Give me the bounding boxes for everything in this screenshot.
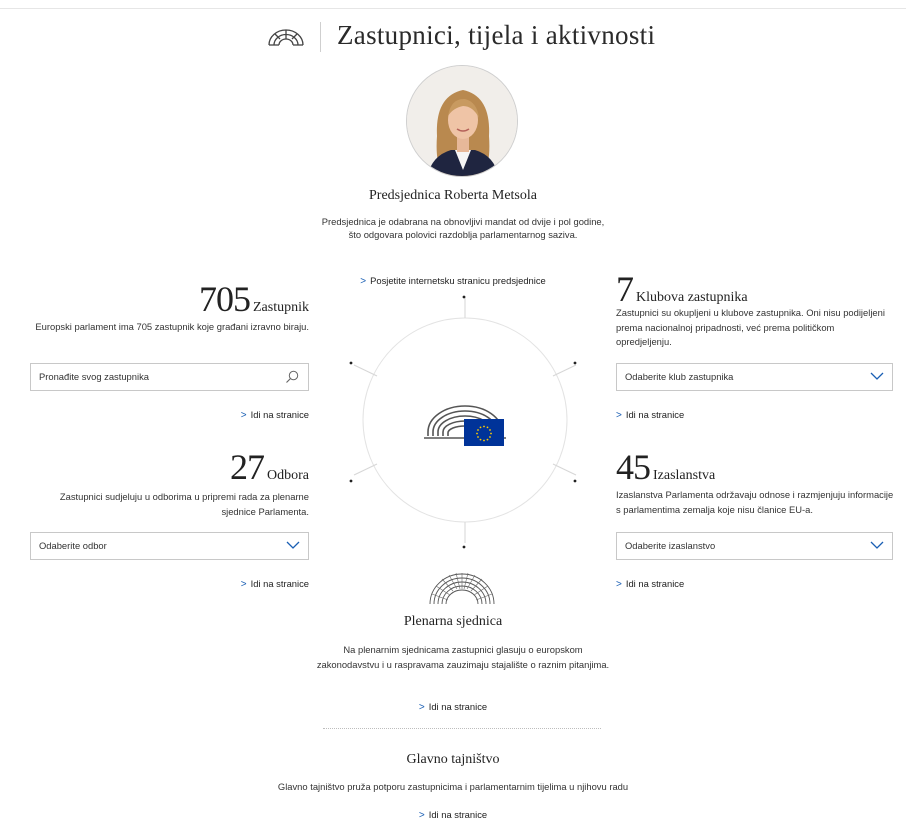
delegations-link-label: Idi na stranice bbox=[625, 578, 685, 589]
plenary-link-wrap: > Idi na stranice bbox=[0, 697, 906, 715]
eu-flag-icon bbox=[464, 419, 504, 446]
groups-link-wrap: > Idi na stranice bbox=[616, 405, 684, 423]
members-heading: 705 Zastupnik bbox=[199, 278, 309, 320]
committees-link-label: Idi na stranice bbox=[250, 578, 309, 589]
members-link[interactable]: > Idi na stranice bbox=[240, 409, 309, 421]
members-description: Europski parlament ima 705 zastupnik koj… bbox=[35, 321, 309, 332]
committee-select[interactable]: Odaberite odbor bbox=[30, 532, 309, 560]
president-photo-image bbox=[407, 66, 517, 176]
chevron-down-icon bbox=[870, 541, 884, 549]
secretariat-link-wrap: > Idi na stranice bbox=[0, 805, 906, 818]
committee-select-value: Odaberite odbor bbox=[39, 540, 107, 551]
plenary-hemicycle-icon bbox=[429, 572, 495, 605]
header-separator bbox=[320, 22, 321, 52]
delegations-label: Izaslanstva bbox=[653, 468, 716, 483]
committees-heading: 27 Odbora bbox=[230, 446, 309, 488]
members-link-wrap: > Idi na stranice bbox=[241, 405, 309, 423]
groups-description: Zastupnici su okupljeni u klubove zastup… bbox=[616, 307, 885, 347]
chevron-right-icon: > bbox=[418, 702, 425, 713]
plenary-link[interactable]: > Idi na stranice bbox=[418, 701, 488, 713]
delegations-heading: 45 Izaslanstva bbox=[616, 446, 715, 488]
committees-description: Zastupnici sudjeluju u odborima u pripre… bbox=[59, 491, 309, 517]
president-name: Predsjednica Roberta Metsola bbox=[369, 188, 537, 203]
secretariat-title: Glavno tajništvo bbox=[406, 752, 500, 767]
committees-label: Odbora bbox=[267, 468, 309, 483]
groups-link[interactable]: > Idi na stranice bbox=[616, 409, 685, 421]
chevron-down-icon bbox=[870, 372, 884, 380]
top-divider bbox=[0, 8, 906, 9]
section-divider bbox=[323, 728, 601, 729]
search-icon[interactable] bbox=[285, 370, 299, 384]
committees-count: 27 bbox=[230, 447, 265, 487]
member-search-input[interactable]: Pronađite svog zastupnika bbox=[30, 363, 309, 391]
chevron-right-icon: > bbox=[616, 579, 622, 590]
delegations-link[interactable]: > Idi na stranice bbox=[616, 578, 685, 590]
groups-count: 7 bbox=[616, 269, 634, 309]
chevron-down-icon bbox=[286, 541, 300, 549]
chevron-right-icon: > bbox=[240, 410, 247, 421]
secretariat-link[interactable]: > Idi na stranice bbox=[419, 809, 487, 818]
plenary-link-label: Idi na stranice bbox=[428, 701, 488, 712]
committees-link[interactable]: > Idi na stranice bbox=[240, 578, 309, 590]
members-label: Zastupnik bbox=[253, 300, 309, 315]
committees-link-wrap: > Idi na stranice bbox=[241, 574, 309, 592]
delegation-select-value: Odaberite izaslanstvo bbox=[625, 540, 716, 551]
groups-label: Klubova zastupnika bbox=[636, 290, 748, 305]
political-group-select[interactable]: Odaberite klub zastupnika bbox=[616, 363, 893, 391]
page-header: Zastupnici, tijela i aktivnosti bbox=[0, 20, 906, 54]
delegation-select[interactable]: Odaberite izaslanstvo bbox=[616, 532, 893, 560]
delegations-link-wrap: > Idi na stranice bbox=[616, 574, 684, 592]
hemicycle-logo-icon bbox=[268, 29, 304, 46]
member-search-placeholder: Pronađite svog zastupnika bbox=[39, 371, 149, 382]
members-link-label: Idi na stranice bbox=[250, 409, 309, 420]
page-title: Zastupnici, tijela i aktivnosti bbox=[337, 20, 656, 50]
secretariat-link-label: Idi na stranice bbox=[428, 809, 488, 818]
chevron-right-icon: > bbox=[240, 579, 247, 590]
political-group-select-value: Odaberite klub zastupnika bbox=[625, 371, 734, 382]
delegations-description: Izaslanstva Parlamenta održavaju odnose … bbox=[616, 489, 894, 515]
plenary-title: Plenarna sjednica bbox=[403, 614, 503, 629]
members-count: 705 bbox=[199, 279, 251, 319]
president-description: Predsjednica je odabrana na obnovljivi m… bbox=[321, 216, 605, 240]
parliament-diagram bbox=[349, 295, 577, 549]
secretariat-description: Glavno tajništvo pruža potporu zastupnic… bbox=[277, 781, 629, 792]
groups-heading: 7 Klubova zastupnika bbox=[616, 268, 748, 310]
chevron-right-icon: > bbox=[616, 410, 622, 421]
delegations-count: 45 bbox=[616, 447, 651, 487]
plenary-description: Na plenarnim sjednicama zastupnici glasu… bbox=[316, 644, 610, 670]
groups-link-label: Idi na stranice bbox=[625, 409, 685, 420]
chevron-right-icon: > bbox=[418, 810, 425, 818]
president-portrait[interactable] bbox=[406, 65, 518, 177]
